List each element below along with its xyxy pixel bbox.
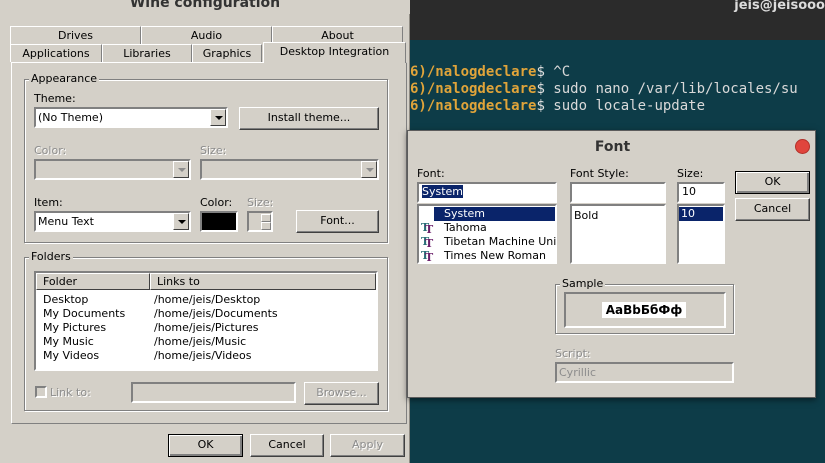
sample-group-title: Sample <box>560 277 606 290</box>
item-value: Menu Text <box>38 215 94 228</box>
size-select[interactable] <box>200 159 379 180</box>
color-label: Color: <box>34 144 67 157</box>
font-list-item[interactable]: Tahoma <box>444 221 487 235</box>
terminal-titlebar: jeis@jeisooo <box>410 0 825 40</box>
item-size-spinner[interactable] <box>247 211 273 232</box>
appearance-group-title: Appearance <box>29 72 100 85</box>
folder-name[interactable]: My Music <box>43 335 94 349</box>
folder-link: /home/jeis/Documents <box>154 307 278 320</box>
size-list[interactable]: 10 <box>677 204 725 264</box>
tab-graphics[interactable]: Graphics <box>192 44 262 62</box>
folder-name[interactable]: My Documents <box>43 307 125 321</box>
apply-button[interactable]: Apply <box>330 434 405 457</box>
folders-list[interactable]: Folder Links to Desktop /home/jeis/Deskt… <box>34 271 378 371</box>
tab-desktop-integration[interactable]: Desktop Integration <box>263 42 406 63</box>
font-ok-button[interactable]: OK <box>735 171 810 194</box>
font-button[interactable]: Font... <box>296 210 379 233</box>
chevron-down-icon[interactable] <box>361 161 377 178</box>
item-size-label: Size: <box>247 196 274 209</box>
close-icon[interactable] <box>795 139 810 154</box>
wine-config-window: Wine configuration Drives Audio About Ap… <box>0 0 410 463</box>
link-to-checkbox[interactable] <box>35 386 47 398</box>
truetype-icon: TT <box>421 221 434 236</box>
size-list-item-selected[interactable]: 10 <box>679 207 723 221</box>
theme-label: Theme: <box>34 92 76 105</box>
size-list-item-label: 10 <box>681 207 695 220</box>
font-list[interactable]: System TT Tahoma TT Tibetan Machine Uni … <box>417 204 557 264</box>
font-list-item-selected[interactable]: System <box>434 207 555 221</box>
terminal-title: jeis@jeisooo <box>734 0 825 13</box>
tab-audio[interactable]: Audio <box>141 26 272 44</box>
dialog-title: Font <box>594 139 631 155</box>
font-name-input[interactable]: System <box>417 182 557 203</box>
font-list-item-label: System <box>444 207 486 220</box>
truetype-icon: TT <box>421 249 434 264</box>
chevron-down-icon[interactable] <box>173 161 189 178</box>
script-select[interactable]: Cyrillic <box>555 362 734 383</box>
font-style-list[interactable]: Bold <box>570 204 666 264</box>
folder-name[interactable]: My Pictures <box>43 321 106 335</box>
tab-drives[interactable]: Drives <box>10 26 141 44</box>
theme-select[interactable]: (No Theme) <box>34 107 228 128</box>
font-list-item[interactable]: Tibetan Machine Uni <box>444 235 556 249</box>
folder-link: /home/jeis/Music <box>154 335 247 348</box>
tab-libraries[interactable]: Libraries <box>102 44 192 62</box>
browse-button[interactable]: Browse... <box>304 382 379 405</box>
font-label: Font: <box>417 167 445 180</box>
chevron-down-icon[interactable] <box>210 109 226 126</box>
folder-name[interactable]: Desktop <box>43 293 88 307</box>
install-theme-button[interactable]: Install theme... <box>239 107 379 130</box>
font-style-input[interactable] <box>570 182 666 203</box>
link-to-label: Link to: <box>50 386 91 399</box>
font-dialog: Font Font: System System TT Tahoma TT Ti… <box>407 130 816 398</box>
column-header-folder[interactable]: Folder <box>36 273 150 290</box>
sample-text: AaBbБбФф <box>602 302 686 318</box>
chevron-down-icon[interactable] <box>173 213 189 230</box>
item-select[interactable]: Menu Text <box>34 211 191 232</box>
font-cancel-button[interactable]: Cancel <box>735 198 810 221</box>
theme-value: (No Theme) <box>38 111 103 124</box>
font-name-value: System <box>422 185 464 198</box>
item-label: Item: <box>34 196 63 209</box>
ok-button[interactable]: OK <box>168 434 243 457</box>
folder-link: /home/jeis/Videos <box>154 349 252 362</box>
script-value: Cyrillic <box>559 366 596 379</box>
color-select[interactable] <box>34 159 191 180</box>
item-color-swatch[interactable] <box>200 211 238 232</box>
size-label: Size: <box>677 167 704 180</box>
font-style-item[interactable]: Bold <box>574 209 598 223</box>
folder-link: /home/jeis/Pictures <box>154 321 259 334</box>
column-header-links-to[interactable]: Links to <box>150 273 376 290</box>
tab-applications[interactable]: Applications <box>10 44 102 62</box>
truetype-icon: TT <box>421 235 434 250</box>
cancel-button[interactable]: Cancel <box>250 434 324 457</box>
spin-down-icon[interactable] <box>261 222 271 230</box>
script-label: Script: <box>555 347 591 360</box>
spin-up-icon[interactable] <box>261 214 271 222</box>
font-list-item[interactable]: Times New Roman <box>444 249 546 263</box>
terminal-line: 6)/nalogdeclare$ sudo locale-update <box>410 98 706 114</box>
folder-name[interactable]: My Videos <box>43 349 99 363</box>
size-label: Size: <box>200 144 227 157</box>
window-title: Wine configuration <box>129 0 281 11</box>
sample-preview: AaBbБбФф <box>564 292 726 328</box>
item-color-label: Color: <box>200 196 233 209</box>
link-to-input[interactable] <box>131 382 296 403</box>
terminal-line: 6)/nalogdeclare$ sudo nano /var/lib/loca… <box>410 81 798 97</box>
folders-group-title: Folders <box>29 250 73 263</box>
wine-titlebar[interactable]: Wine configuration <box>0 0 410 14</box>
terminal-line: 6)/nalogdeclare$ ^C <box>410 64 571 80</box>
font-style-label: Font Style: <box>570 167 629 180</box>
size-input[interactable]: 10 <box>677 182 725 203</box>
folder-link: /home/jeis/Desktop <box>154 293 261 306</box>
